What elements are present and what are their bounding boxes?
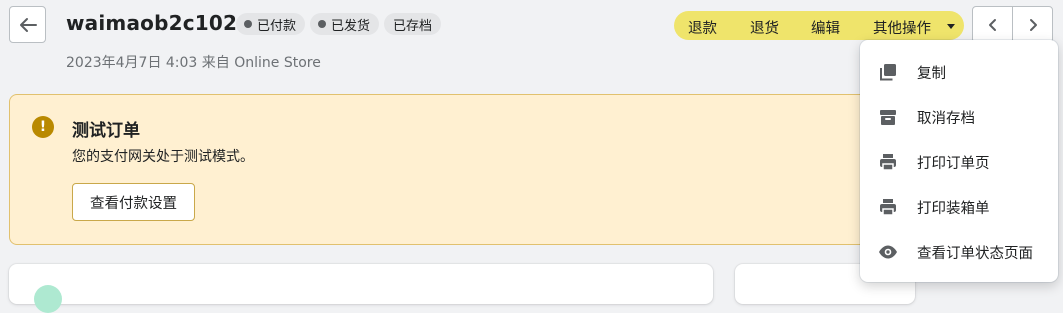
banner-message: 您的支付网关处于测试模式。 <box>72 149 254 165</box>
duplicate-icon <box>878 62 898 82</box>
edit-button[interactable]: 编辑 <box>811 17 840 38</box>
status-badges: 已付款 已发货 已存档 <box>236 13 442 35</box>
print-icon <box>878 197 898 217</box>
banner-title: 测试订单 <box>72 121 140 141</box>
previous-order-button[interactable] <box>973 7 1012 42</box>
test-order-banner: ! 测试订单 您的支付网关处于测试模式。 查看付款设置 <box>9 94 909 245</box>
order-pagination <box>972 6 1053 43</box>
menu-item-unarchive[interactable]: 取消存档 <box>860 95 1058 139</box>
menu-item-view-status-page[interactable]: 查看订单状态页面 <box>860 230 1058 274</box>
more-actions-button[interactable]: 其他操作 <box>873 17 931 38</box>
more-actions-menu: 复制 取消存档 打印订单页 打印装箱单 查看订单状态页面 <box>860 40 1058 282</box>
menu-item-duplicate[interactable]: 复制 <box>860 50 1058 94</box>
arrow-left-icon <box>19 17 37 32</box>
chevron-left-icon <box>988 18 996 31</box>
page-title: waimaob2c1024 <box>66 11 252 35</box>
fulfillment-card <box>9 264 713 313</box>
order-actions: 退款 退货 编辑 其他操作 <box>674 11 964 40</box>
payment-status-badge: 已付款 <box>236 13 306 35</box>
unarchive-icon <box>878 107 898 127</box>
fulfillment-status-badge: 已发货 <box>310 13 380 35</box>
menu-item-label: 复制 <box>917 65 946 82</box>
menu-item-print-packing-slip[interactable]: 打印装箱单 <box>860 185 1058 229</box>
badge-label: 已发货 <box>331 18 371 34</box>
order-date-source: 2023年4月7日 4:03 来自 Online Store <box>66 55 321 71</box>
warning-icon: ! <box>32 116 54 138</box>
badge-label: 已存档 <box>393 18 433 34</box>
refund-button[interactable]: 退款 <box>688 17 717 38</box>
next-order-button[interactable] <box>1012 7 1052 42</box>
status-dot <box>244 20 252 28</box>
menu-item-label: 打印订单页 <box>917 155 990 172</box>
eye-icon <box>878 242 898 262</box>
menu-item-label: 打印装箱单 <box>917 200 990 217</box>
caret-down-icon <box>947 24 955 29</box>
menu-item-label: 取消存档 <box>917 110 975 127</box>
status-dot <box>318 20 327 28</box>
menu-item-print-order[interactable]: 打印订单页 <box>860 140 1058 184</box>
back-button[interactable] <box>9 6 46 43</box>
return-button[interactable]: 退货 <box>750 17 779 38</box>
archived-status-badge: 已存档 <box>384 13 442 35</box>
fulfilled-status-icon <box>34 285 62 313</box>
chevron-right-icon <box>1029 18 1037 31</box>
view-payment-settings-button[interactable]: 查看付款设置 <box>72 183 195 221</box>
print-icon <box>878 152 898 172</box>
menu-item-label: 查看订单状态页面 <box>917 245 1033 262</box>
badge-label: 已付款 <box>257 18 297 34</box>
